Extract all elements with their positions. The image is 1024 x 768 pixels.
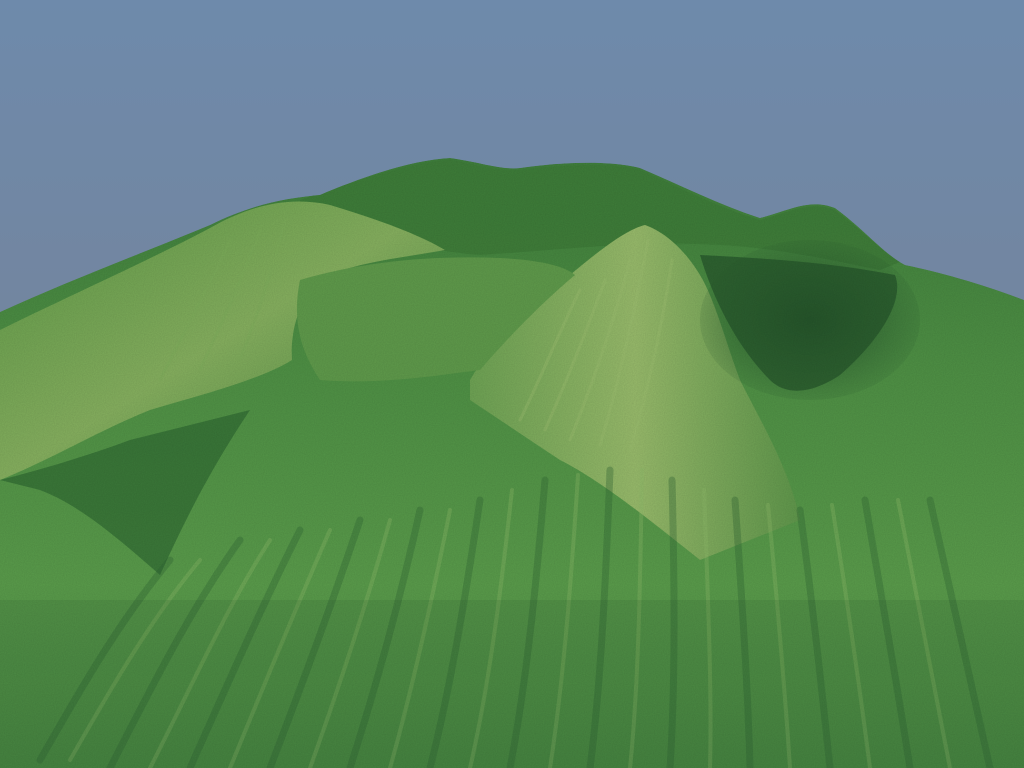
terrain-render [0, 0, 1024, 768]
